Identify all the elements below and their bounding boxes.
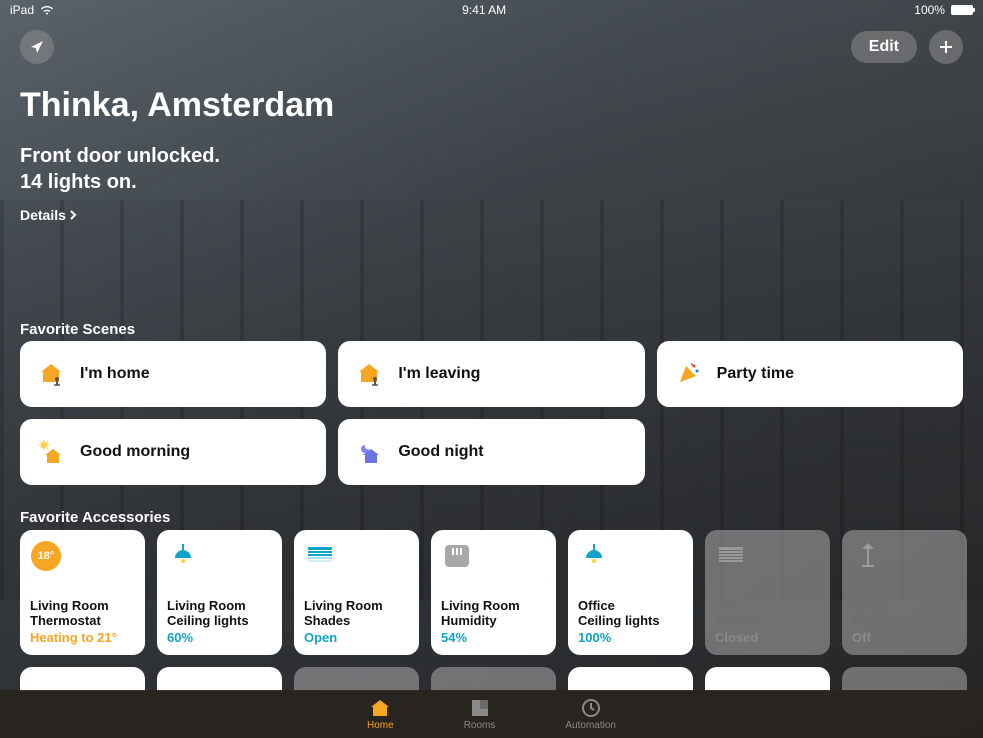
scene-label: I'm home bbox=[80, 365, 150, 383]
accessory-status: Closed bbox=[715, 630, 820, 645]
favorite-accessories-label: Favorite Accessories bbox=[20, 509, 170, 526]
location-arrow-icon bbox=[29, 39, 45, 55]
accessory-tile-office-ceiling-lights[interactable]: OfficeCeiling lights100% bbox=[568, 530, 693, 655]
accessory-status: 60% bbox=[167, 630, 272, 645]
accessory-name: Living RoomCeiling lights bbox=[167, 598, 272, 629]
status-line-2: 14 lights on. bbox=[20, 169, 963, 195]
favorite-scenes-label: Favorite Scenes bbox=[20, 321, 135, 338]
scene-label: Good night bbox=[398, 443, 483, 461]
tab-rooms-label: Rooms bbox=[464, 720, 496, 731]
accessory-name: Living RoomHumidity bbox=[441, 598, 546, 629]
status-bar: iPad 9:41 AM 100% bbox=[0, 0, 983, 20]
accessory-status: Open bbox=[304, 630, 409, 645]
accessory-name: OfficeCeiling lights bbox=[578, 598, 683, 629]
chevron-right-icon bbox=[70, 210, 77, 220]
accessory-status: Heating to 21° bbox=[30, 630, 135, 645]
accessory-tile-peek[interactable] bbox=[431, 667, 556, 691]
shades-icon bbox=[304, 540, 336, 572]
scene-icon bbox=[36, 359, 66, 389]
humidity-icon bbox=[441, 540, 473, 572]
scene-label: I'm leaving bbox=[398, 365, 480, 383]
battery-icon bbox=[951, 5, 973, 15]
status-line-1: Front door unlocked. bbox=[20, 143, 963, 169]
scene-tile-party-time[interactable]: Party time bbox=[657, 341, 963, 407]
scene-icon bbox=[36, 437, 66, 467]
scene-icon bbox=[354, 359, 384, 389]
home-icon bbox=[369, 697, 391, 719]
plus-icon bbox=[938, 39, 954, 55]
tab-bar: Home Rooms Automation bbox=[0, 690, 983, 738]
accessory-name: Living RoomShades bbox=[304, 598, 409, 629]
tab-home[interactable]: Home bbox=[367, 697, 394, 731]
accessory-status: Off bbox=[852, 630, 957, 645]
edit-button[interactable]: Edit bbox=[851, 31, 917, 63]
scene-tile-good-night[interactable]: Good night bbox=[338, 419, 644, 485]
clock: 9:41 AM bbox=[462, 3, 506, 17]
rooms-icon bbox=[469, 697, 491, 719]
battery-pct: 100% bbox=[914, 3, 945, 17]
scene-tile-i-m-leaving[interactable]: I'm leaving bbox=[338, 341, 644, 407]
accessory-tile-peek[interactable] bbox=[705, 667, 830, 691]
accessory-tile-office-floor-lamp[interactable]: OfficeFloor lampOff bbox=[842, 530, 967, 655]
accessory-status: 54% bbox=[441, 630, 546, 645]
shades-icon bbox=[715, 540, 747, 572]
thermostat-icon: 18° bbox=[30, 540, 62, 572]
scene-label: Party time bbox=[717, 365, 794, 383]
tab-automation[interactable]: Automation bbox=[565, 697, 616, 731]
scene-tile-i-m-home[interactable]: I'm home bbox=[20, 341, 326, 407]
floor-lamp-icon bbox=[852, 540, 884, 572]
scene-label: Good morning bbox=[80, 443, 190, 461]
details-label: Details bbox=[20, 207, 66, 223]
accessory-tile-living-room-ceiling-lights[interactable]: Living RoomCeiling lights60% bbox=[157, 530, 282, 655]
scene-tile-good-morning[interactable]: Good morning bbox=[20, 419, 326, 485]
tab-automation-label: Automation bbox=[565, 720, 616, 731]
home-name: Thinka, Amsterdam bbox=[20, 86, 963, 125]
automation-icon bbox=[580, 697, 602, 719]
scene-icon bbox=[354, 437, 384, 467]
wifi-icon bbox=[40, 5, 54, 15]
location-button[interactable] bbox=[20, 30, 54, 64]
tab-home-label: Home bbox=[367, 720, 394, 731]
scene-icon bbox=[673, 359, 703, 389]
accessory-name: OfficeFloor lamp bbox=[852, 598, 957, 629]
ceiling-light-icon bbox=[578, 540, 610, 572]
tab-rooms[interactable]: Rooms bbox=[464, 697, 496, 731]
accessory-tile-peek[interactable] bbox=[157, 667, 282, 691]
status-summary: Front door unlocked. 14 lights on. bbox=[20, 143, 963, 195]
details-link[interactable]: Details bbox=[20, 207, 77, 223]
accessory-tile-peek[interactable] bbox=[20, 667, 145, 691]
accessory-tile-peek[interactable] bbox=[842, 667, 967, 691]
accessory-tile-living-room-thermostat[interactable]: 18° Living RoomThermostatHeating to 21° bbox=[20, 530, 145, 655]
add-button[interactable] bbox=[929, 30, 963, 64]
accessory-tile-peek[interactable] bbox=[568, 667, 693, 691]
ceiling-light-icon bbox=[167, 540, 199, 572]
accessory-status: 100% bbox=[578, 630, 683, 645]
accessory-tile-living-room-humidity[interactable]: Living RoomHumidity54% bbox=[431, 530, 556, 655]
accessory-tile-peek[interactable] bbox=[294, 667, 419, 691]
accessory-name: OfficeShades bbox=[715, 598, 820, 629]
accessory-tile-office-shades[interactable]: OfficeShadesClosed bbox=[705, 530, 830, 655]
device-label: iPad bbox=[10, 3, 34, 17]
accessory-name: Living RoomThermostat bbox=[30, 598, 135, 629]
accessory-tile-living-room-shades[interactable]: Living RoomShadesOpen bbox=[294, 530, 419, 655]
